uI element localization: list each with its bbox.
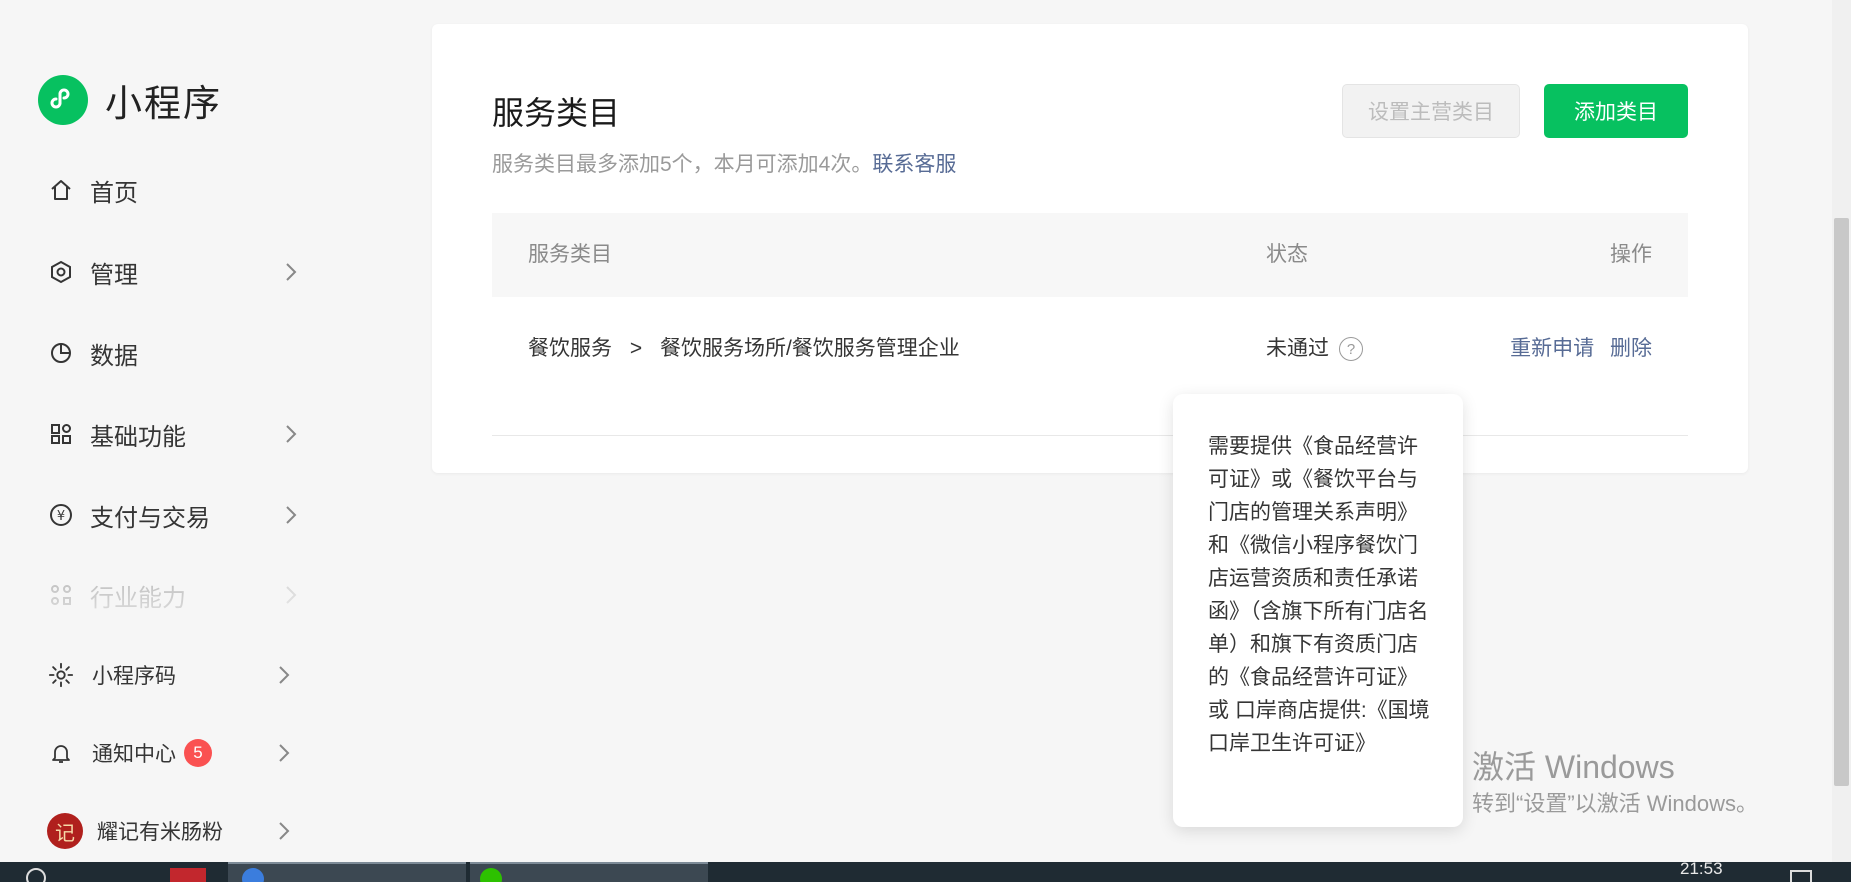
help-question-icon[interactable]: ?: [1339, 337, 1363, 362]
industry-icon: [48, 582, 74, 608]
sidebar-item-label: 行业能力: [90, 584, 186, 612]
reapply-link[interactable]: 重新申请: [1510, 337, 1594, 360]
search-icon[interactable]: [26, 868, 46, 882]
sidebar-item-industry[interactable]: 行业能力: [48, 565, 298, 625]
sidebar-item-label: 数据: [90, 342, 138, 370]
home-icon: [48, 177, 74, 203]
sidebar-item-label: 基础功能: [90, 423, 186, 451]
column-header-category: 服务类目: [528, 243, 612, 266]
sidebar-item-home[interactable]: 首页: [48, 160, 298, 220]
windows-taskbar: 21:53: [0, 862, 1851, 882]
qrcode-sun-icon: [48, 662, 74, 688]
sidebar-item-payment[interactable]: ¥ 支付与交易: [48, 485, 298, 545]
table-header: 服务类目 状态 操作: [492, 213, 1688, 297]
column-header-action: 操作: [1610, 243, 1652, 266]
page-subtitle: 服务类目最多添加5个，本月可添加4次。联系客服: [492, 148, 956, 178]
service-category-card: 服务类目 服务类目最多添加5个，本月可添加4次。联系客服 设置主营类目 添加类目…: [432, 24, 1748, 473]
taskbar-clock[interactable]: 21:53: [1680, 862, 1723, 879]
sidebar-item-qrcode[interactable]: 小程序码: [48, 645, 291, 705]
sidebar-item-label: 支付与交易: [90, 504, 210, 532]
subcategory-name: 餐饮服务场所/餐饮服务管理企业: [659, 337, 960, 360]
chevron-right-icon: [279, 744, 290, 762]
vertical-scrollbar[interactable]: [1832, 0, 1851, 862]
svg-text:¥: ¥: [57, 509, 65, 524]
sidebar-account[interactable]: 记 耀记有米肠粉: [47, 801, 291, 861]
chevron-right-icon: [286, 506, 297, 524]
windows-activation-subtitle: 转到“设置”以激活 Windows。: [1472, 791, 1759, 816]
taskbar-wechat-window[interactable]: [470, 862, 708, 882]
app-logo[interactable]: 小程序: [38, 73, 222, 127]
category-name: 餐饮服务: [528, 337, 612, 360]
status-tooltip: 需要提供《食品经营许可证》或《餐饮平台与门店的管理关系声明》和《微信小程序餐饮门…: [1173, 394, 1463, 827]
notification-count-badge: 5: [184, 739, 212, 767]
taskbar-browser-window[interactable]: [228, 862, 466, 882]
account-name: 耀记有米肠粉: [97, 821, 223, 844]
status-cell: 未通过?: [1266, 297, 1363, 400]
status-text: 未通过: [1266, 337, 1329, 360]
wechat-icon: [480, 868, 502, 882]
sidebar-item-notifications[interactable]: 通知中心 5: [48, 723, 291, 783]
sidebar-item-label: 管理: [90, 261, 138, 289]
category-path: 餐饮服务 > 餐饮服务场所/餐饮服务管理企业: [528, 297, 960, 400]
sidebar-item-label: 小程序码: [92, 665, 176, 688]
chevron-right-icon: [286, 425, 297, 443]
page-title: 服务类目: [492, 95, 621, 131]
chevron-right-icon: [279, 666, 290, 684]
set-main-category-button[interactable]: 设置主营类目: [1342, 84, 1520, 138]
column-header-status: 状态: [1266, 243, 1308, 266]
delete-link[interactable]: 删除: [1610, 337, 1652, 360]
taskbar-app-icon[interactable]: [170, 868, 206, 882]
browser-icon: [242, 868, 264, 882]
grid-icon: [48, 421, 74, 447]
sidebar-item-basic-features[interactable]: 基础功能: [48, 404, 298, 464]
windows-activation-title: 激活 Windows: [1472, 749, 1675, 785]
chevron-right-icon: [286, 263, 297, 281]
tooltip-text: 需要提供《食品经营许可证》或《餐饮平台与门店的管理关系声明》和《微信小程序餐饮门…: [1208, 435, 1430, 755]
notification-center-icon[interactable]: [1790, 870, 1812, 882]
sidebar-item-label: 通知中心: [92, 743, 176, 766]
avatar: 记: [47, 813, 83, 849]
miniprogram-logo-icon: [38, 75, 88, 125]
category-separator: >: [629, 337, 643, 360]
sidebar-item-manage[interactable]: 管理: [48, 242, 298, 302]
bell-icon: [48, 740, 74, 766]
app-title: 小程序: [105, 83, 222, 124]
hexagon-icon: [48, 259, 74, 285]
yuan-icon: ¥: [48, 502, 74, 528]
contact-support-link[interactable]: 联系客服: [872, 153, 956, 176]
scrollbar-thumb[interactable]: [1834, 218, 1849, 786]
chevron-right-icon: [286, 586, 297, 604]
sidebar-item-data[interactable]: 数据: [48, 323, 298, 383]
action-cell: 重新申请 删除: [1510, 297, 1652, 400]
sidebar: 小程序 首页 管理 数据 基础功能 ¥ 支付与交易 行业能力 小程序码 通知中心…: [0, 0, 345, 862]
chevron-right-icon: [279, 822, 290, 840]
add-category-button[interactable]: 添加类目: [1544, 84, 1688, 138]
pie-chart-icon: [48, 340, 74, 366]
sidebar-item-label: 首页: [90, 179, 138, 207]
table-row: 餐饮服务 > 餐饮服务场所/餐饮服务管理企业 未通过? 重新申请 删除: [492, 297, 1688, 436]
subtitle-text: 服务类目最多添加5个，本月可添加4次。: [492, 153, 873, 176]
